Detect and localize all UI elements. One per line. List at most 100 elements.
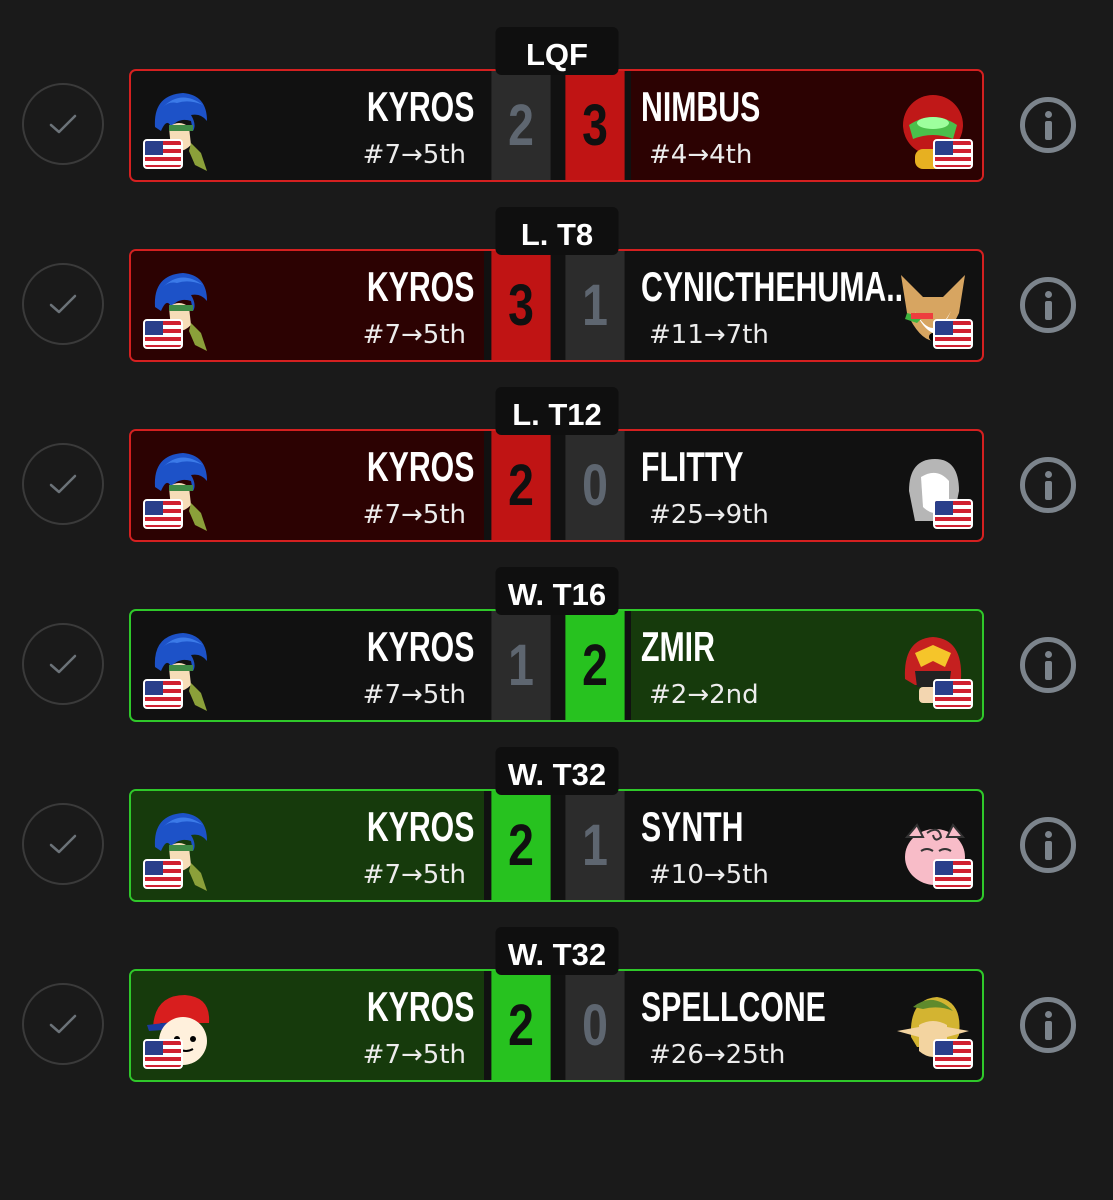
match-card[interactable]: KYROS #7→5th 2 0 FLITTY #25→9th	[129, 429, 984, 542]
round-label: W. T16	[495, 567, 619, 615]
round-label: L. T12	[495, 387, 619, 435]
player2-score: 2	[565, 611, 625, 720]
samus-icon	[893, 87, 973, 173]
info-icon[interactable]	[1020, 997, 1076, 1053]
player1-score: 2	[491, 71, 551, 180]
fox-icon	[893, 267, 973, 353]
player2-name: NIMBUS	[641, 83, 761, 130]
player1-panel: KYROS #7→5th	[131, 251, 484, 360]
player1-seed: #7→5th	[362, 500, 466, 530]
match-row: KYROS #7→5th 3 1 CYNICTHEHUMA... #11→7th…	[0, 180, 1113, 362]
player1-score: 2	[491, 971, 551, 1080]
player1-panel: KYROS #7→5th	[131, 791, 484, 900]
player2-seed: #26→25th	[649, 1040, 786, 1070]
match-row: KYROS #7→5th 1 2 ZMIR #2→2nd W. T16	[0, 540, 1113, 722]
round-label: L. T8	[495, 207, 619, 255]
ness-icon	[141, 987, 221, 1073]
match-row: KYROS #7→5th 2 3 NIMBUS #4→4th LQF	[0, 0, 1113, 182]
us-flag-icon	[933, 319, 973, 349]
player2-name: SYNTH	[641, 803, 744, 850]
match-row: KYROS #7→5th 2 0 FLITTY #25→9th L. T12	[0, 360, 1113, 542]
ike-icon	[141, 267, 221, 353]
match-card[interactable]: KYROS #7→5th 1 2 ZMIR #2→2nd	[129, 609, 984, 722]
player1-seed: #7→5th	[362, 680, 466, 710]
match-card[interactable]: KYROS #7→5th 2 1 SYNTH #10→5th	[129, 789, 984, 902]
check-icon[interactable]	[22, 443, 104, 525]
player2-name: FLITTY	[641, 443, 744, 490]
player2-panel: CYNICTHEHUMA... #11→7th	[631, 251, 982, 360]
player1-name: KYROS	[366, 443, 474, 490]
player2-score: 1	[565, 251, 625, 360]
match-card[interactable]: KYROS #7→5th 2 3 NIMBUS #4→4th	[129, 69, 984, 182]
round-label: W. T32	[495, 927, 619, 975]
us-flag-icon	[933, 499, 973, 529]
check-icon[interactable]	[22, 803, 104, 885]
player2-score: 3	[565, 71, 625, 180]
info-icon[interactable]	[1020, 97, 1076, 153]
player2-seed: #4→4th	[649, 140, 753, 170]
us-flag-icon	[933, 139, 973, 169]
player1-name: KYROS	[366, 983, 474, 1030]
player1-score: 2	[491, 791, 551, 900]
player2-panel: SYNTH #10→5th	[631, 791, 982, 900]
match-card[interactable]: KYROS #7→5th 2 0 SPELLCONE #26→25th	[129, 969, 984, 1082]
round-label: LQF	[495, 27, 619, 75]
player1-score: 2	[491, 431, 551, 540]
captain-falcon-icon	[893, 627, 973, 713]
player1-seed: #7→5th	[362, 860, 466, 890]
us-flag-icon	[143, 679, 183, 709]
match-card[interactable]: KYROS #7→5th 3 1 CYNICTHEHUMA... #11→7th	[129, 249, 984, 362]
player1-panel: KYROS #7→5th	[131, 71, 484, 180]
player2-score: 0	[565, 971, 625, 1080]
player2-panel: ZMIR #2→2nd	[631, 611, 982, 720]
ike-icon	[141, 87, 221, 173]
player1-seed: #7→5th	[362, 320, 466, 350]
player2-name: SPELLCONE	[641, 983, 826, 1030]
ike-icon	[141, 627, 221, 713]
player2-seed: #11→7th	[649, 320, 769, 350]
player2-name: ZMIR	[641, 623, 715, 670]
player1-panel: KYROS #7→5th	[131, 431, 484, 540]
check-icon[interactable]	[22, 83, 104, 165]
us-flag-icon	[933, 679, 973, 709]
link-icon	[893, 987, 973, 1073]
jigglypuff-icon	[893, 807, 973, 893]
player1-name: KYROS	[366, 623, 474, 670]
info-icon[interactable]	[1020, 637, 1076, 693]
us-flag-icon	[143, 859, 183, 889]
us-flag-icon	[143, 1039, 183, 1069]
round-label: W. T32	[495, 747, 619, 795]
player2-seed: #25→9th	[649, 500, 769, 530]
us-flag-icon	[933, 1039, 973, 1069]
check-icon[interactable]	[22, 263, 104, 345]
match-row: KYROS #7→5th 2 0 SPELLCONE #26→25th W. T…	[0, 900, 1113, 1082]
player1-panel: KYROS #7→5th	[131, 971, 484, 1080]
us-flag-icon	[143, 319, 183, 349]
player1-score: 1	[491, 611, 551, 720]
check-icon[interactable]	[22, 983, 104, 1065]
player2-score: 1	[565, 791, 625, 900]
mii-icon	[893, 447, 973, 533]
player2-panel: SPELLCONE #26→25th	[631, 971, 982, 1080]
player2-score: 0	[565, 431, 625, 540]
ike-icon	[141, 447, 221, 533]
player2-seed: #10→5th	[649, 860, 769, 890]
info-icon[interactable]	[1020, 277, 1076, 333]
us-flag-icon	[143, 499, 183, 529]
info-icon[interactable]	[1020, 817, 1076, 873]
ike-icon	[141, 807, 221, 893]
player2-panel: NIMBUS #4→4th	[631, 71, 982, 180]
player2-name: CYNICTHEHUMA...	[641, 263, 912, 310]
player2-panel: FLITTY #25→9th	[631, 431, 982, 540]
us-flag-icon	[933, 859, 973, 889]
player2-seed: #2→2nd	[649, 680, 759, 710]
check-icon[interactable]	[22, 623, 104, 705]
player1-seed: #7→5th	[362, 140, 466, 170]
player1-name: KYROS	[366, 803, 474, 850]
player1-seed: #7→5th	[362, 1040, 466, 1070]
player1-name: KYROS	[366, 83, 474, 130]
us-flag-icon	[143, 139, 183, 169]
player1-score: 3	[491, 251, 551, 360]
match-row: KYROS #7→5th 2 1 SYNTH #10→5th W. T32	[0, 720, 1113, 902]
info-icon[interactable]	[1020, 457, 1076, 513]
